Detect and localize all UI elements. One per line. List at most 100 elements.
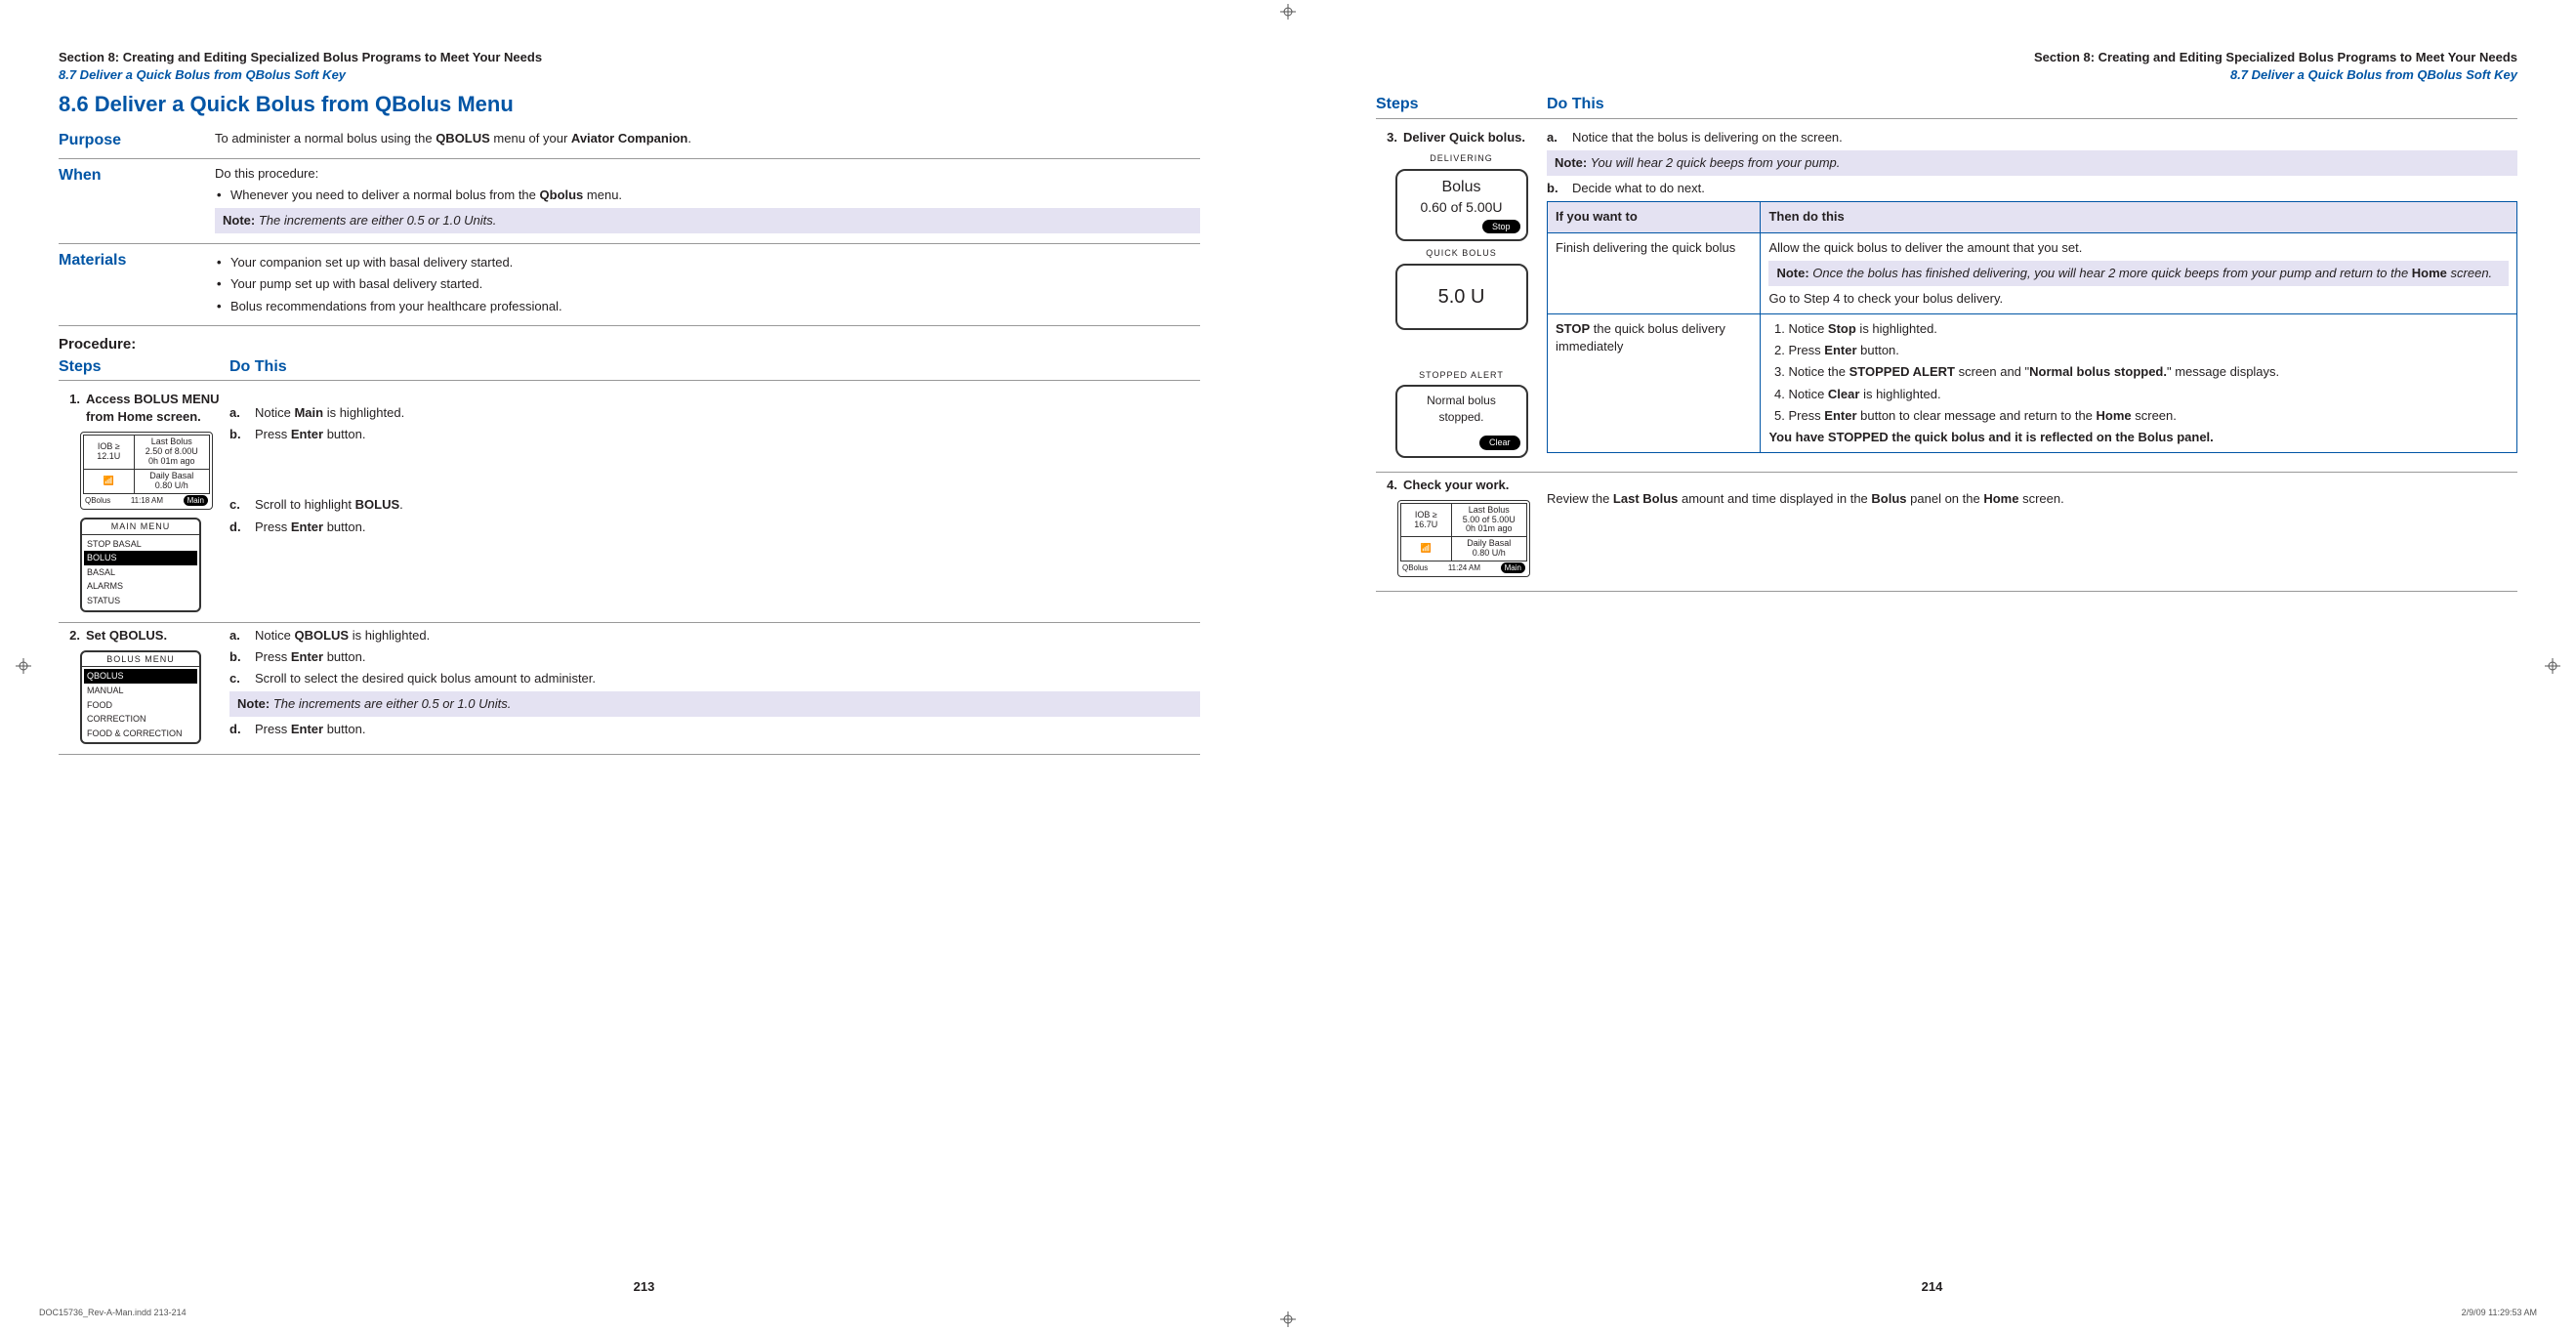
sub-letter: b. bbox=[229, 648, 255, 666]
step-left-col: 2. Set QBOLUS. BOLUS MENU QBOLUS MANUAL … bbox=[59, 627, 229, 745]
step-2c: c.Scroll to select the desired quick bol… bbox=[229, 670, 1200, 687]
text-bold: QBOLUS bbox=[294, 628, 349, 643]
text: button. bbox=[323, 427, 365, 441]
decision-th-then: Then do this bbox=[1761, 202, 2517, 232]
device-bolus-menu: BOLUS MENU QBOLUS MANUAL FOOD CORRECTION… bbox=[80, 650, 201, 745]
list-item: Notice Clear is highlighted. bbox=[1788, 386, 2509, 403]
text: 11:18 AM bbox=[131, 495, 163, 506]
text: from Home screen. bbox=[86, 409, 201, 424]
softkey-main: Main bbox=[1501, 562, 1525, 573]
text-bold: Enter bbox=[291, 649, 323, 664]
step-title: Set QBOLUS. bbox=[86, 627, 229, 645]
text: Scroll to highlight bbox=[255, 497, 355, 512]
text-bold: Last Bolus bbox=[1613, 491, 1678, 506]
text-bold: QBOLUS bbox=[436, 131, 490, 146]
text: is highlighted. bbox=[323, 405, 404, 420]
step-1a: a.Notice Main is highlighted. bbox=[229, 404, 1200, 422]
text: button. bbox=[323, 649, 365, 664]
steps-header: Steps bbox=[1376, 94, 1547, 115]
sub-text: Notice that the bolus is delivering on t… bbox=[1572, 129, 2517, 146]
materials-content: Your companion set up with basal deliver… bbox=[215, 250, 1200, 319]
step-2: 2. Set QBOLUS. BOLUS MENU QBOLUS MANUAL … bbox=[59, 623, 1200, 756]
step-3b: b.Decide what to do next. bbox=[1547, 180, 2517, 197]
text: Press bbox=[1788, 408, 1824, 423]
text: screen. bbox=[2132, 408, 2177, 423]
step-title: Deliver Quick bolus. bbox=[1403, 129, 1547, 146]
menu-item: MANUAL bbox=[84, 684, 197, 698]
page-right: Section 8: Creating and Editing Speciali… bbox=[1288, 0, 2576, 1331]
device-home-screen: IOB ≥12.1U Last Bolus2.50 of 8.00U0h 01m… bbox=[80, 432, 213, 510]
text: Notice bbox=[255, 405, 294, 420]
materials-bullet: Bolus recommendations from your healthca… bbox=[215, 298, 1200, 315]
step-number: 3. bbox=[1376, 129, 1403, 146]
step-2d: d.Press Enter button. bbox=[229, 721, 1200, 738]
step-number: 4. bbox=[1376, 477, 1403, 494]
purpose-row: Purpose To administer a normal bolus usi… bbox=[59, 124, 1200, 158]
note-text: You will hear 2 quick beeps from your pu… bbox=[1587, 155, 1840, 170]
step-1b: b.Press Enter button. bbox=[229, 426, 1200, 443]
sub-text: Notice QBOLUS is highlighted. bbox=[255, 627, 1200, 645]
text: screen. bbox=[2447, 266, 2492, 280]
menu-item: ALARMS bbox=[84, 579, 197, 594]
materials-bullet: Your companion set up with basal deliver… bbox=[215, 254, 1200, 271]
text: 2.50 of 8.00U bbox=[145, 446, 198, 456]
device-quickbolus-wrapper: QUICK BOLUS 5.0 U bbox=[1376, 247, 1547, 330]
text: 0h 01m ago bbox=[148, 456, 195, 466]
text: Notice the bbox=[1788, 364, 1849, 379]
sub-letter: c. bbox=[229, 496, 255, 514]
menu-item-selected: BOLUS bbox=[84, 551, 197, 565]
purpose-label: Purpose bbox=[59, 130, 215, 151]
list-item: Press Enter button to clear message and … bbox=[1788, 407, 2509, 425]
when-intro: Do this procedure: bbox=[215, 165, 1200, 183]
text: Last Bolus bbox=[1469, 505, 1510, 515]
materials-bullet: Your pump set up with basal delivery sta… bbox=[215, 275, 1200, 293]
list-item: Notice the STOPPED ALERT screen and "Nor… bbox=[1788, 363, 2509, 381]
text-bold: Enter bbox=[291, 427, 323, 441]
decision-if: STOP the quick bolus delivery immediatel… bbox=[1548, 314, 1761, 453]
text: QBolus bbox=[1402, 562, 1428, 573]
text: 12.1U bbox=[97, 451, 120, 461]
text: Daily Basal bbox=[149, 471, 193, 480]
text: 5.00 of 5.00U bbox=[1463, 515, 1516, 524]
step-number: 2. bbox=[59, 627, 86, 645]
text: Notice bbox=[255, 628, 294, 643]
text: Notice bbox=[1788, 387, 1827, 401]
steps-header-row: Steps Do This bbox=[1376, 94, 2517, 118]
text-bold: Enter bbox=[1824, 343, 1856, 357]
sub-text: Scroll to select the desired quick bolus… bbox=[255, 670, 1200, 687]
menu-item: FOOD bbox=[84, 698, 197, 713]
running-header: Section 8: Creating and Editing Speciali… bbox=[1376, 49, 2517, 66]
device-quickbolus: 5.0 U bbox=[1395, 264, 1528, 330]
step-1-title: 1. Access BOLUS MENU from Home screen. bbox=[59, 391, 229, 426]
page-left: Section 8: Creating and Editing Speciali… bbox=[0, 0, 1288, 1331]
text: Go to Step 4 to check your bolus deliver… bbox=[1768, 290, 2509, 308]
sub-text: Scroll to highlight BOLUS. bbox=[255, 496, 1200, 514]
page-spread: Section 8: Creating and Editing Speciali… bbox=[0, 0, 2576, 1331]
running-subheader: 8.7 Deliver a Quick Bolus from QBolus So… bbox=[1376, 66, 2517, 84]
decision-row-finish: Finish delivering the quick bolus Allow … bbox=[1548, 232, 2517, 314]
when-bullet: Whenever you need to deliver a normal bo… bbox=[215, 187, 1200, 204]
text-bold: Aviator Companion bbox=[571, 131, 687, 146]
device-line: Normal bolus bbox=[1403, 393, 1520, 409]
decision-table: If you want to Then do this Finish deliv… bbox=[1547, 201, 2517, 453]
text: IOB ≥ bbox=[98, 441, 120, 451]
decision-row-stop: STOP the quick bolus delivery immediatel… bbox=[1548, 314, 2517, 453]
device-title: MAIN MENU bbox=[82, 520, 199, 534]
step-3: 3. Deliver Quick bolus. DELIVERING Bolus… bbox=[1376, 125, 2517, 473]
text: menu. bbox=[583, 187, 622, 202]
text: is highlighted. bbox=[1856, 321, 1937, 336]
decision-then: Notice Stop is highlighted. Press Enter … bbox=[1761, 314, 2517, 453]
text: button. bbox=[323, 520, 365, 534]
when-row: When Do this procedure: Whenever you nee… bbox=[59, 159, 1200, 245]
decision-final: You have STOPPED the quick bolus and it … bbox=[1768, 429, 2509, 446]
procedure-heading: Procedure: bbox=[59, 334, 1200, 354]
dothis-header: Do This bbox=[1547, 94, 2517, 115]
list-item: Press Enter button. bbox=[1788, 342, 2509, 359]
step-3-note: Note: You will hear 2 quick beeps from y… bbox=[1547, 150, 2517, 176]
text: . bbox=[687, 131, 691, 146]
device-line: Bolus bbox=[1403, 177, 1520, 198]
text: Set bbox=[86, 628, 109, 643]
text: menu of your bbox=[490, 131, 571, 146]
step-4-text: Review the Last Bolus amount and time di… bbox=[1547, 490, 2517, 508]
step-1: 1. Access BOLUS MENU from Home screen. I… bbox=[59, 387, 1200, 623]
